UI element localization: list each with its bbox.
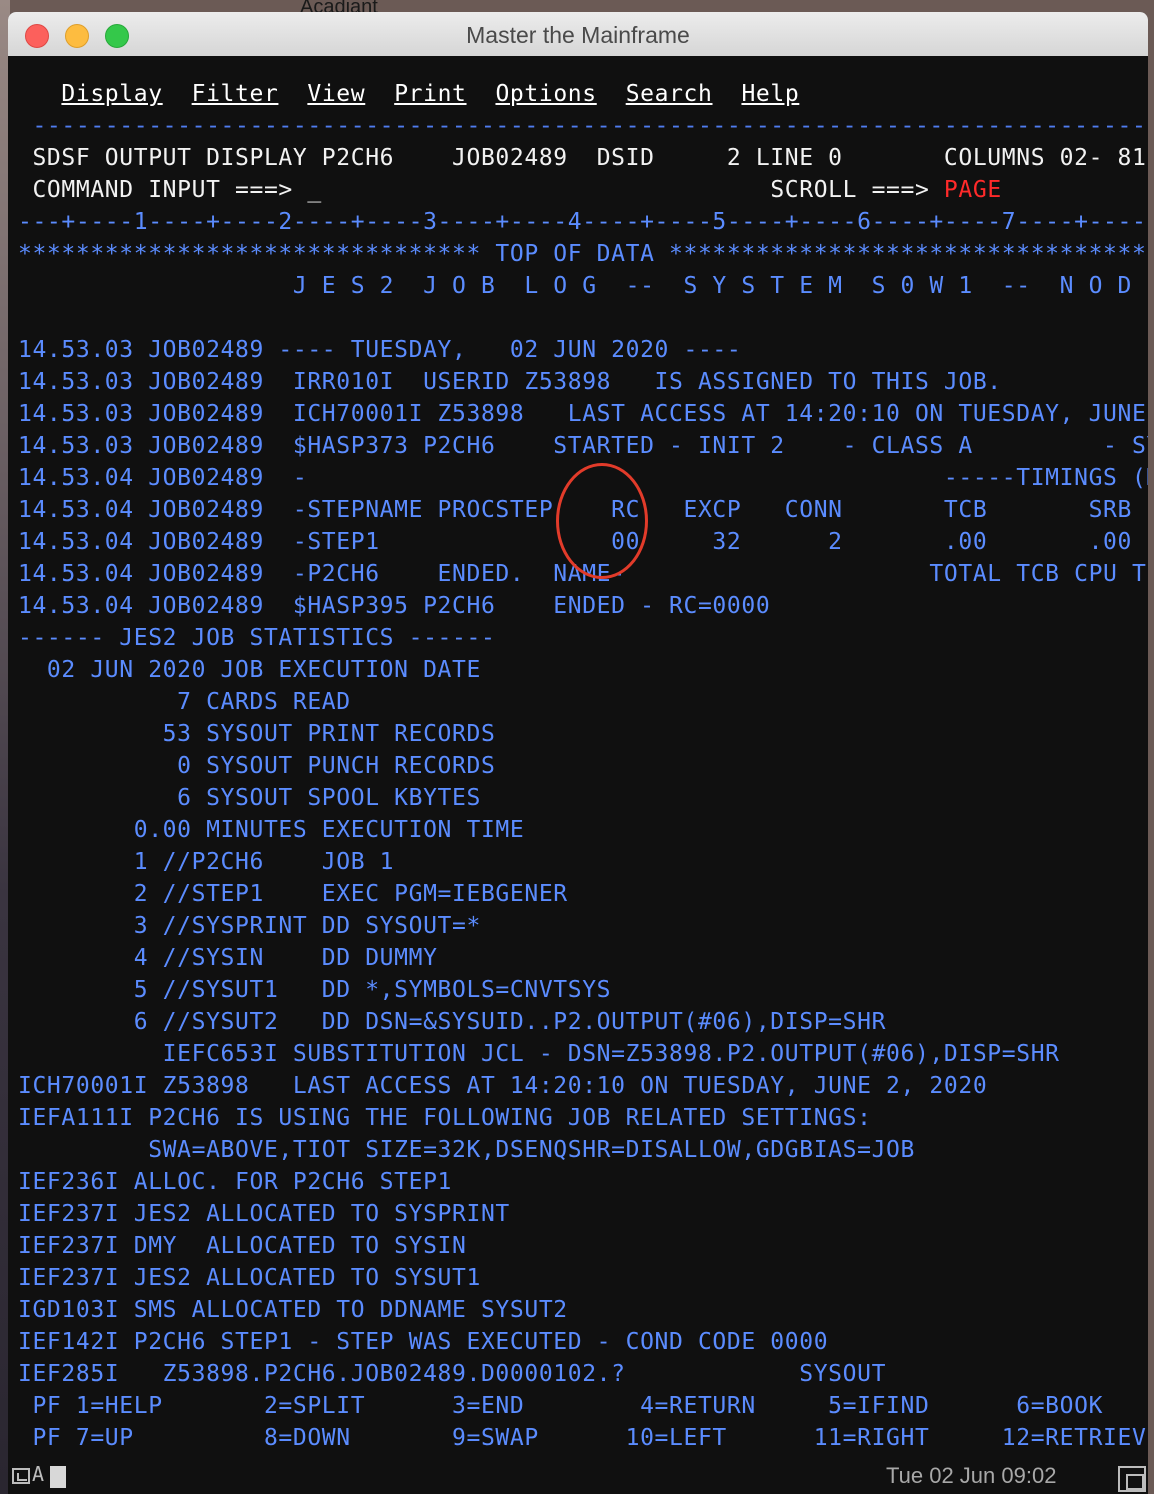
menu-print[interactable]: Print bbox=[394, 81, 466, 107]
log-line: 14.53.03 JOB02489 ICH70001I Z53898 LAST … bbox=[18, 401, 1148, 427]
rc-annotation-circle bbox=[556, 463, 648, 579]
log-line: 0 SYSOUT PUNCH RECORDS bbox=[18, 753, 496, 779]
log-line: 14.53.04 JOB02489 $HASP395 P2CH6 ENDED -… bbox=[18, 593, 771, 619]
action-bar: Display Filter View Print Options Search… bbox=[18, 78, 799, 110]
top-of-data-marker: ******************************** TOP OF … bbox=[18, 241, 1148, 267]
terminal-window: Master the Mainframe Display Filter View… bbox=[8, 12, 1148, 1494]
menu-display[interactable]: Display bbox=[61, 81, 162, 107]
menu-help[interactable]: Help bbox=[741, 81, 799, 107]
log-line: 2 //STEP1 EXEC PGM=IEBGENER bbox=[18, 881, 568, 907]
log-line: ------ JES2 JOB STATISTICS ------ bbox=[18, 625, 496, 651]
log-line: 14.53.03 JOB02489 ---- TUESDAY, 02 JUN 2… bbox=[18, 337, 742, 363]
command-input[interactable]: _ bbox=[307, 177, 321, 203]
log-line: 7 CARDS READ bbox=[18, 689, 351, 715]
log-line: IEF142I P2CH6 STEP1 - STEP WAS EXECUTED … bbox=[18, 1329, 829, 1355]
log-line: SWA=ABOVE,TIOT SIZE=32K,DSENQSHR=DISALLO… bbox=[18, 1137, 915, 1163]
title-bar[interactable]: Master the Mainframe bbox=[8, 12, 1148, 57]
log-line: IEF237I DMY ALLOCATED TO SYSIN bbox=[18, 1233, 467, 1259]
status-clock: Tue 02 Jun 09:02 bbox=[886, 1463, 1057, 1488]
log-line: IEF236I ALLOC. FOR P2CH6 STEP1 bbox=[18, 1169, 453, 1195]
menu-options[interactable]: Options bbox=[495, 81, 596, 107]
lock-icon: A bbox=[32, 1462, 45, 1486]
log-line: 53 SYSOUT PRINT RECORDS bbox=[18, 721, 496, 747]
log-line: 4 //SYSIN DD DUMMY bbox=[18, 945, 438, 971]
log-line: 6 SYSOUT SPOOL KBYTES bbox=[18, 785, 481, 811]
column-ruler: ---+----1----+----2----+----3----+----4-… bbox=[18, 209, 1148, 235]
menu-view[interactable]: View bbox=[307, 81, 365, 107]
log-line: 0.00 MINUTES EXECUTION TIME bbox=[18, 817, 525, 843]
log-line: 14.53.03 JOB02489 $HASP373 P2CH6 STARTED… bbox=[18, 433, 1148, 459]
window-icon[interactable] bbox=[1118, 1466, 1146, 1492]
command-label: COMMAND INPUT ===> bbox=[32, 177, 308, 203]
status-bar: A Tue 02 Jun 09:02 bbox=[8, 1456, 1148, 1494]
log-line: IEFC653I SUBSTITUTION JCL - DSN=Z53898.P… bbox=[18, 1041, 1060, 1067]
scroll-label: SCROLL ===> bbox=[770, 177, 944, 203]
keyboard-icon bbox=[12, 1468, 30, 1484]
scroll-input[interactable]: PAGE bbox=[944, 177, 1002, 203]
log-line: IEF237I JES2 ALLOCATED TO SYSPRINT bbox=[18, 1201, 510, 1227]
action-bar-separator: ----------------------------------------… bbox=[18, 113, 1148, 139]
log-line: 5 //SYSUT1 DD *,SYMBOLS=CNVTSYS bbox=[18, 977, 612, 1003]
panel-header: SDSF OUTPUT DISPLAY P2CH6 JOB02489 DSID … bbox=[32, 145, 1147, 171]
window-title: Master the Mainframe bbox=[466, 22, 690, 48]
terminal-screen[interactable]: Display Filter View Print Options Search… bbox=[8, 56, 1148, 1494]
log-line: IEF285I Z53898.P2CH6.JOB02489.D0000102.?… bbox=[18, 1361, 887, 1387]
log-line: 1 //P2CH6 JOB 1 bbox=[18, 849, 395, 875]
command-line: COMMAND INPUT ===> _ SCROLL ===> PAGE bbox=[18, 174, 1002, 206]
jes2-job-log-banner: J E S 2 J O B L O G -- S Y S T E M S 0 W… bbox=[18, 273, 1148, 299]
log-line: 3 //SYSPRINT DD SYSOUT=* bbox=[18, 913, 481, 939]
pf-key-row-2: PF 7=UP 8=DOWN 9=SWAP 10=LEFT 11=RIGHT 1… bbox=[18, 1425, 1148, 1451]
log-line: 6 //SYSUT2 DD DSN=&SYSUID..P2.OUTPUT(#06… bbox=[18, 1009, 887, 1035]
log-line: 14.53.03 JOB02489 IRR010I USERID Z53898 … bbox=[18, 369, 1002, 395]
log-line: IEFA111I P2CH6 IS USING THE FOLLOWING JO… bbox=[18, 1105, 872, 1131]
log-line: IGD103I SMS ALLOCATED TO DDNAME SYSUT2 bbox=[18, 1297, 568, 1323]
log-line: IEF237I JES2 ALLOCATED TO SYSUT1 bbox=[18, 1265, 481, 1291]
log-line: ICH70001I Z53898 LAST ACCESS AT 14:20:10… bbox=[18, 1073, 988, 1099]
pf-key-row-1: PF 1=HELP 2=SPLIT 3=END 4=RETURN 5=IFIND… bbox=[18, 1393, 1104, 1419]
menu-search[interactable]: Search bbox=[626, 81, 713, 107]
log-line: 02 JUN 2020 JOB EXECUTION DATE bbox=[18, 657, 481, 683]
cursor-block bbox=[50, 1466, 66, 1488]
menu-filter[interactable]: Filter bbox=[192, 81, 279, 107]
